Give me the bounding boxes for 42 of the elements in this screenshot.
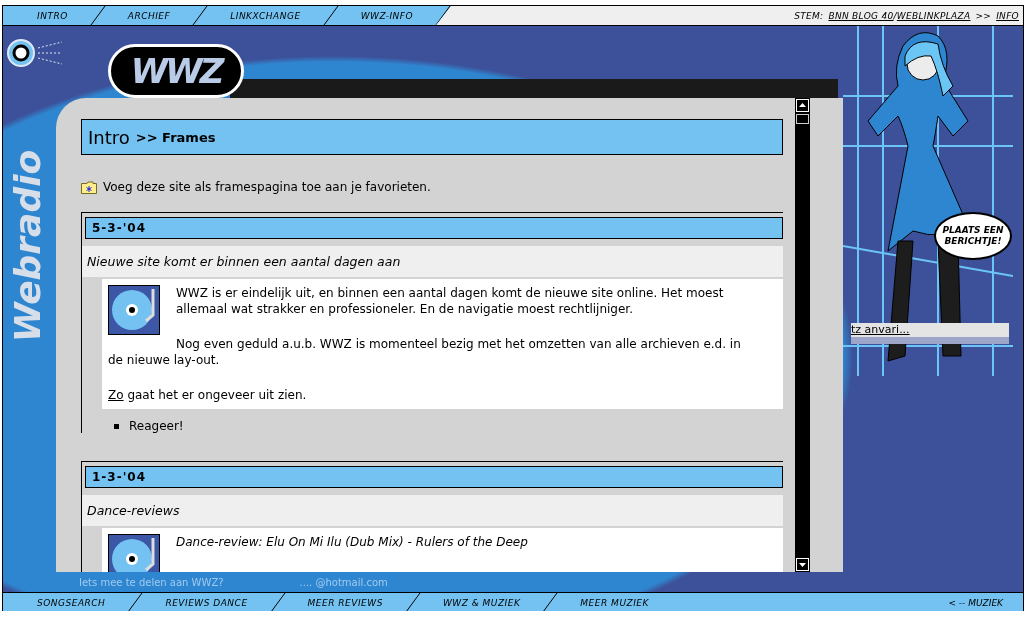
nav-link[interactable]: LINKXCHANGE: [208, 10, 323, 21]
nav-link[interactable]: REVIEWS DANCE: [143, 597, 270, 608]
nav-link[interactable]: INTRO: [15, 10, 90, 21]
vote-link[interactable]: WEBLINKPLAZA: [896, 10, 971, 21]
post-text: WWZ is er eindelijk uit, en binnen een aantal dagen komt de nieuwe site online. Het moest allemaal wat strakker en professioneler. En de navigatie moest rechtlijniger.: [176, 285, 725, 317]
scroll-down-icon[interactable]: [796, 558, 810, 571]
speaker-icon: [6, 38, 64, 68]
scroll-thumb[interactable]: [796, 114, 810, 124]
footer-text: Iets mee te delen aan WWZ?: [79, 576, 224, 588]
turntable-icon: [108, 285, 160, 335]
post-date: 1-3-'04: [85, 466, 784, 488]
nav-link[interactable]: ARCHIEF: [105, 10, 193, 21]
nav-link[interactable]: MEER REVIEWS: [285, 597, 405, 608]
nav-link[interactable]: WWZ & MUZIEK: [420, 597, 543, 608]
post-date: 5-3-'04: [85, 217, 784, 239]
nav-link[interactable]: WWZ-INFO: [338, 10, 436, 21]
logo[interactable]: WWZ: [108, 44, 244, 98]
breadcrumb: >> Frames: [135, 129, 216, 145]
page-link[interactable]: Zo: [108, 388, 124, 402]
shout-link[interactable]: tz anvari...: [851, 323, 1009, 337]
favorites-link[interactable]: Voeg deze site als framespagina toe aan je favorieten.: [103, 180, 431, 194]
nav-link[interactable]: MEER MUZIEK: [558, 597, 671, 608]
info-link[interactable]: INFO: [996, 10, 1019, 21]
separator-text: /: [893, 10, 897, 21]
post-text: Dance-review: Elu On Mi Ilu (Dub Mix) - Rulers of the Deep: [176, 534, 529, 550]
webradio-title: Webradio: [6, 149, 48, 343]
vote-link[interactable]: BNN BLOG 40: [828, 10, 894, 21]
arrow-text: >>: [975, 10, 992, 21]
folder-icon: [81, 180, 97, 194]
back-link[interactable]: < -- MUZIEK: [948, 597, 1003, 608]
bullet-icon: [114, 423, 119, 429]
post-text: Nog even geduld a.u.b. WWZ is momenteel bezig met het omzetten van alle archieven e.d. in de nieuwe lay-out.: [108, 336, 742, 368]
post-title: Dance-reviews: [82, 495, 784, 526]
reply-link[interactable]: Reageer!: [129, 419, 184, 433]
post-text: Zo gaat het er ongeveer uit zien.: [108, 387, 308, 403]
nav-link[interactable]: SONGSEARCH: [15, 597, 128, 608]
speech-bubble[interactable]: PLAATS EEN BERICHTJE!: [934, 212, 1012, 260]
heading-title: Intro: [88, 126, 130, 148]
scrollbar[interactable]: [795, 98, 810, 572]
post-title: Nieuwe site komt er binnen een aantal dagen aan: [82, 246, 784, 277]
vote-label: STEM:: [794, 10, 824, 21]
scroll-up-icon[interactable]: [796, 99, 810, 112]
